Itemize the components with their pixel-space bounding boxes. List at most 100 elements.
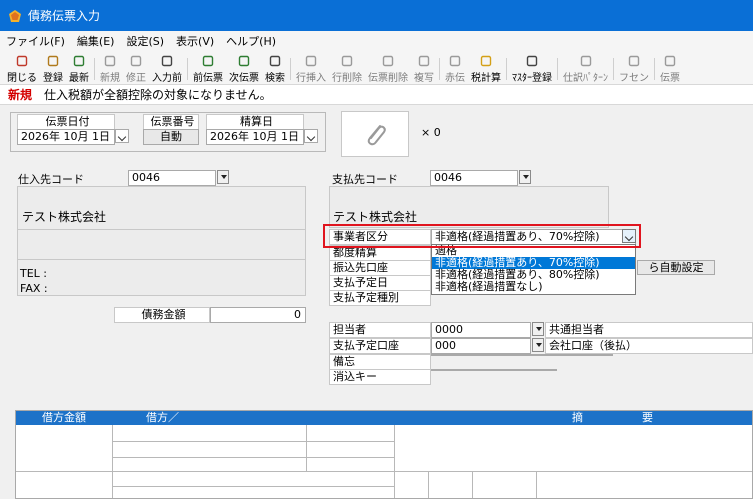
toolbar-button-label: 登録 <box>43 73 63 84</box>
toolbar-button-7[interactable]: 次伝票 <box>226 52 262 84</box>
grid-header-debit-amount: 借方金額 <box>42 411 86 424</box>
toolbar-button-label: 最新 <box>69 73 89 84</box>
auto-set-button[interactable]: ら自動設定 <box>637 260 715 275</box>
toolbar-button-11[interactable]: 伝票削除 <box>365 52 411 84</box>
toolbar-separator <box>613 58 614 80</box>
slip-date-dropdown[interactable] <box>115 129 129 143</box>
settle-date-field[interactable]: 2026年 10月 1日 <box>206 129 304 145</box>
toolbar-button-label: 行挿入 <box>296 73 326 84</box>
delete-row-icon <box>341 55 353 67</box>
business-type-option[interactable]: 非適格(経過措置なし) <box>432 281 635 293</box>
highlight-frame <box>323 224 641 248</box>
toolbar-button-label: 新規 <box>100 73 120 84</box>
note-field[interactable] <box>431 354 613 356</box>
payee-code-field[interactable]: 0046 <box>430 170 518 186</box>
supplier-code-dropdown[interactable] <box>217 170 229 184</box>
menu-view[interactable]: 表示(V) <box>176 33 214 49</box>
menu-settings[interactable]: 設定(S) <box>126 33 164 49</box>
attachment-button[interactable] <box>341 111 409 157</box>
title-bar: 債務伝票入力 <box>0 0 753 31</box>
prev-slip-icon <box>202 55 214 67</box>
toolbar-button-label: 次伝票 <box>229 73 259 84</box>
slip-no-auto-button[interactable]: 自動 <box>143 129 199 145</box>
payee-code-dropdown[interactable] <box>519 170 531 184</box>
toolbar-button-14[interactable]: 税計算 <box>468 52 504 84</box>
toolbar-button-6[interactable]: 前伝票 <box>190 52 226 84</box>
assignee-label: 担当者 <box>329 322 431 338</box>
supplier-info-panel <box>17 186 306 296</box>
slip-date-field[interactable]: 2026年 10月 1日 <box>17 129 115 145</box>
toolbar-button-0[interactable]: 閉じる <box>4 52 40 84</box>
toolbar-button-18[interactable]: 伝票 <box>657 52 683 84</box>
toolbar-button-4[interactable]: 修正 <box>123 52 149 84</box>
attachment-count: × 0 <box>421 126 441 139</box>
toolbar-button-label: 入力前 <box>152 73 182 84</box>
toolbar-separator <box>506 58 507 80</box>
toolbar-button-1[interactable]: 登録 <box>40 52 66 84</box>
sticky-note-icon <box>628 55 640 67</box>
grid-header-summary-2: 要 <box>642 411 653 424</box>
toolbar-button-label: 閉じる <box>7 73 37 84</box>
toolbar-button-label: 前伝票 <box>193 73 223 84</box>
delete-slip-icon <box>382 55 394 67</box>
clear-key-label: 消込キー <box>329 369 431 385</box>
toolbar-separator <box>290 58 291 80</box>
red-slip-icon <box>449 55 461 67</box>
toolbar-button-10[interactable]: 行削除 <box>329 52 365 84</box>
toolbar-button-label: 仕訳ﾊﾟﾀｰﾝ <box>563 73 608 84</box>
payee-code-label: 支払先コード <box>332 173 398 186</box>
business-type-dropdown-list[interactable]: 適格 非適格(経過措置あり、70%控除) 非適格(経過措置あり、80%控除) 非… <box>431 244 636 295</box>
menu-bar: ファイル(F) 編集(E) 設定(S) 表示(V) ヘルプ(H) <box>0 31 753 51</box>
search-icon <box>269 55 281 67</box>
toolbar-button-9[interactable]: 行挿入 <box>293 52 329 84</box>
slip-no-label: 伝票番号 <box>143 114 199 130</box>
toolbar-button-2[interactable]: 最新 <box>66 52 92 84</box>
app-icon <box>9 9 21 22</box>
toolbar-button-16[interactable]: 仕訳ﾊﾟﾀｰﾝ <box>560 52 611 84</box>
menu-help[interactable]: ヘルプ(H) <box>226 33 276 49</box>
tax-calc-icon <box>480 55 492 67</box>
toolbar-button-17[interactable]: フセン <box>616 52 652 84</box>
toolbar-button-label: 検索 <box>265 73 285 84</box>
status-line: 新規 仕入税額が全額控除の対象になりません。 <box>0 85 753 105</box>
payment-account-code-field[interactable]: 000 <box>431 338 531 354</box>
warning-message: 仕入税額が全額控除の対象になりません。 <box>44 88 272 102</box>
grid-header: 借方金額 借方／ 摘 要 <box>16 411 752 425</box>
menu-file[interactable]: ファイル(F) <box>6 33 65 49</box>
toolbar-button-label: 赤伝 <box>445 73 465 84</box>
clear-key-field[interactable] <box>431 369 557 371</box>
amount-field[interactable]: 0 <box>210 307 306 323</box>
master-register-icon <box>526 55 538 67</box>
journal-pattern-icon <box>580 55 591 67</box>
toolbar-button-label: 伝票 <box>660 73 680 84</box>
toolbar-button-label: 複写 <box>414 73 434 84</box>
toolbar-button-13[interactable]: 赤伝 <box>442 52 468 84</box>
assignee-name: 共通担当者 <box>545 322 753 338</box>
supplier-tel-label: TEL : <box>20 267 48 280</box>
toolbar-separator <box>94 58 95 80</box>
supplier-fax-label: FAX : <box>20 282 48 295</box>
toolbar-button-label: 税計算 <box>471 73 501 84</box>
toolbar-button-3[interactable]: 新規 <box>97 52 123 84</box>
payee-row-label-3: 支払予定種別 <box>329 290 431 306</box>
assignee-dropdown[interactable] <box>532 322 544 336</box>
journal-grid[interactable]: 借方金額 借方／ 摘 要 <box>15 410 753 499</box>
toolbar-button-8[interactable]: 検索 <box>262 52 288 84</box>
assignee-code-field[interactable]: 0000 <box>431 322 531 338</box>
toolbar-button-15[interactable]: ﾏｽﾀｰ登録 <box>509 52 555 84</box>
payment-account-dropdown[interactable] <box>532 338 544 352</box>
grid-header-summary-1: 摘 <box>572 411 583 424</box>
toolbar-button-label: 伝票削除 <box>368 73 408 84</box>
payee-row-label-2: 支払予定日 <box>329 275 431 291</box>
toolbar-separator <box>439 58 440 80</box>
new-doc-icon <box>104 55 116 67</box>
toolbar-button-12[interactable]: 複写 <box>411 52 437 84</box>
toolbar-button-label: 修正 <box>126 73 146 84</box>
toolbar-button-5[interactable]: 入力前 <box>149 52 185 84</box>
settle-date-dropdown[interactable] <box>304 129 318 143</box>
supplier-code-field[interactable]: 0046 <box>128 170 216 186</box>
note-label: 備忘 <box>329 354 431 370</box>
grid-header-debit: 借方／ <box>146 411 179 424</box>
amount-label: 債務金額 <box>114 307 210 323</box>
menu-edit[interactable]: 編集(E) <box>77 33 115 49</box>
